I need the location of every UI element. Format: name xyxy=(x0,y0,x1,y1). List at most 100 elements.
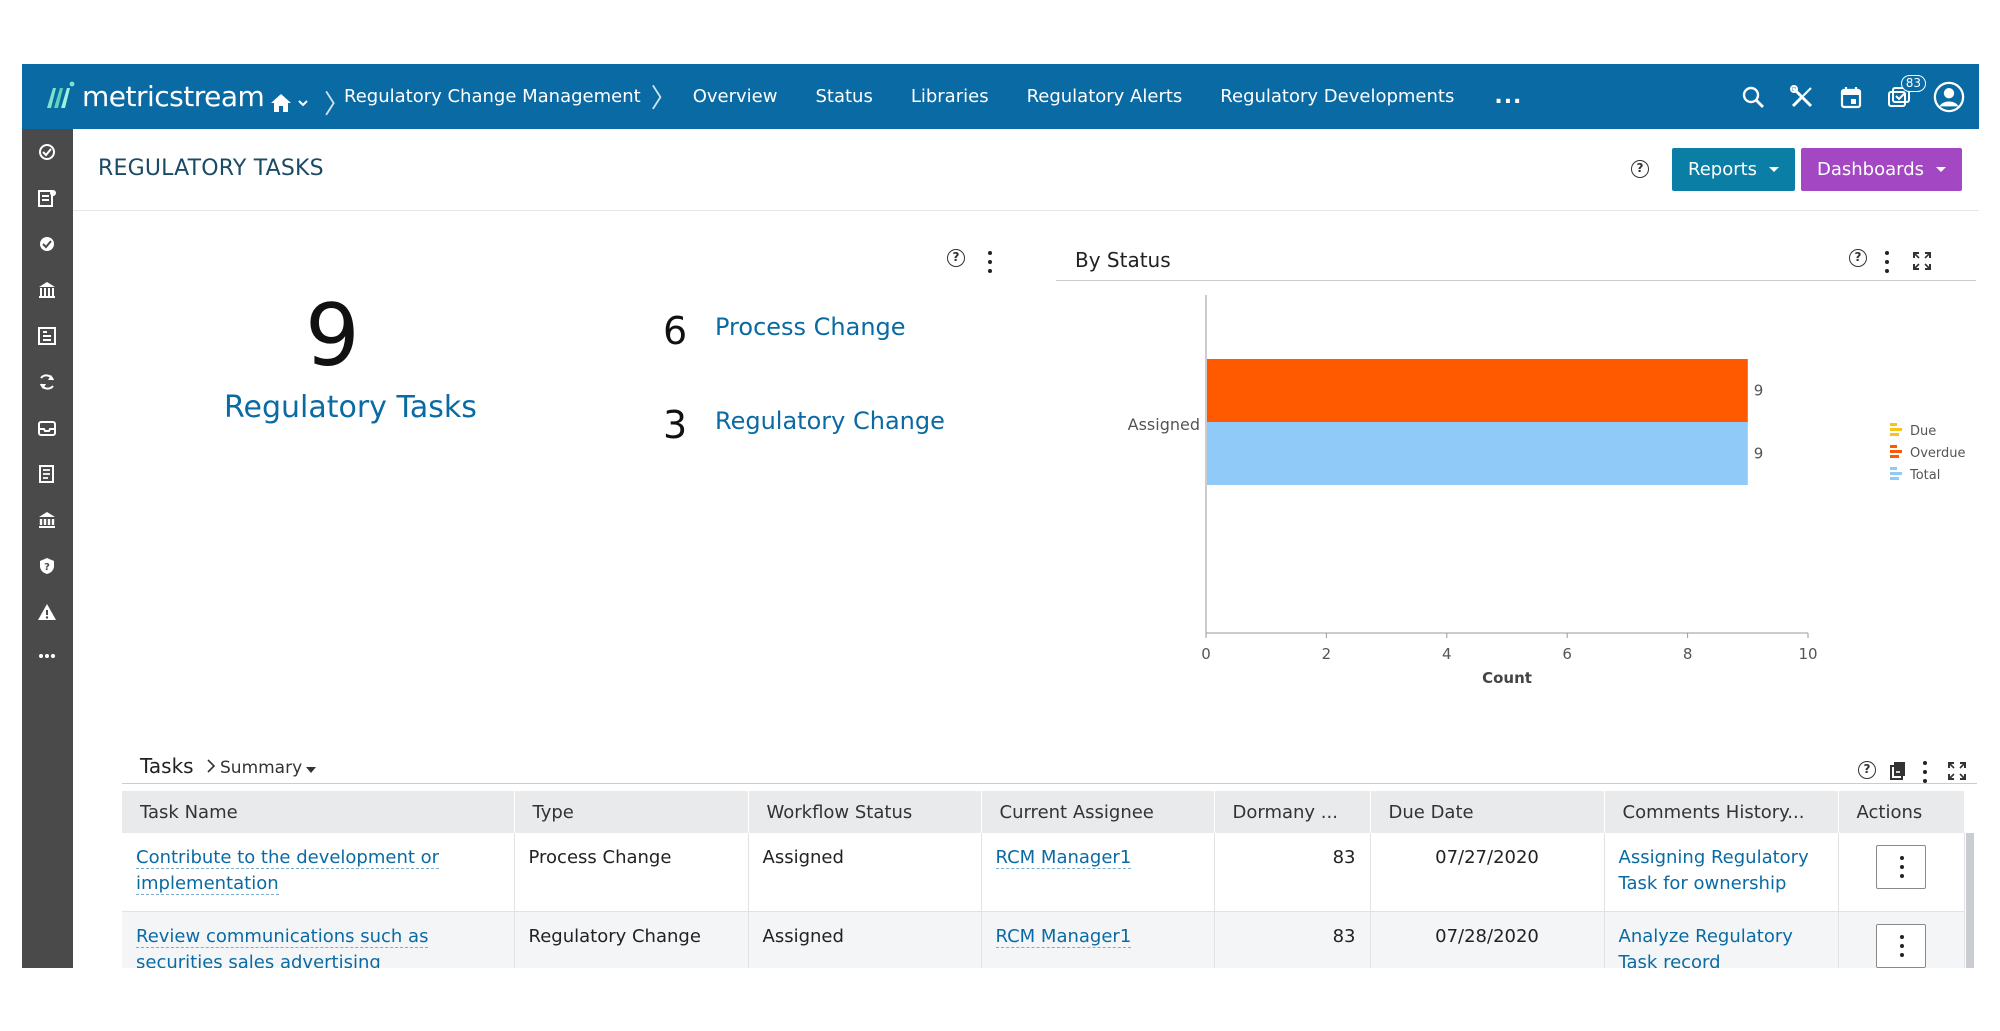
legend-swatch-due xyxy=(1890,433,1899,436)
refresh-cycle-icon[interactable] xyxy=(34,369,60,395)
user-avatar-icon[interactable] xyxy=(1933,81,1965,113)
expand-icon[interactable] xyxy=(1947,761,1967,785)
column-header-workflow-status[interactable]: Workflow Status xyxy=(748,791,982,833)
notifications-icon[interactable]: 83 xyxy=(1884,74,1926,113)
column-header-actions: Actions xyxy=(1838,791,1965,833)
settings-check-icon[interactable] xyxy=(34,231,60,257)
comments-cell: Assigning Regulatory Task for ownership xyxy=(1604,833,1839,912)
tab-overview[interactable]: Overview xyxy=(693,86,778,107)
assignee-cell: RCM Manager1 xyxy=(981,911,1215,968)
widget-help-icon[interactable]: ? xyxy=(947,249,965,267)
tasks-help-icon[interactable]: ? xyxy=(1858,761,1876,779)
x-tick-label: 4 xyxy=(1442,645,1452,663)
chart-title: By Status xyxy=(1075,248,1171,272)
table-scrollbar[interactable] xyxy=(1966,833,1974,968)
policy-icon[interactable] xyxy=(34,185,60,211)
task-name-cell: Review communications such as securities… xyxy=(122,911,515,968)
library-icon[interactable] xyxy=(34,323,60,349)
assignee-cell: RCM Manager1 xyxy=(981,833,1215,912)
column-header-comments-history[interactable]: Comments History... xyxy=(1604,791,1839,833)
home-icon xyxy=(271,93,291,112)
tools-icon[interactable] xyxy=(1786,81,1818,113)
assignee-link[interactable]: RCM Manager1 xyxy=(995,925,1132,948)
search-icon[interactable] xyxy=(1737,81,1769,113)
assessment-icon[interactable] xyxy=(34,139,60,165)
total-tasks-count: 9 xyxy=(305,286,360,386)
risk-icon[interactable]: ? xyxy=(34,553,60,579)
total-tasks-label[interactable]: Regulatory Tasks xyxy=(224,390,477,425)
tab-regulatory-developments[interactable]: Regulatory Developments xyxy=(1220,86,1454,107)
notification-count-badge: 83 xyxy=(1900,74,1926,92)
legend-swatch-overdue xyxy=(1890,455,1899,458)
widget-menu-icon[interactable] xyxy=(987,251,993,273)
legend-label: Total xyxy=(1909,468,1940,483)
tasks-table: Task Name Type Workflow Status Current A… xyxy=(122,791,1965,968)
legend-label: Overdue xyxy=(1910,446,1966,461)
more-icon[interactable] xyxy=(34,643,60,669)
row-actions-button[interactable] xyxy=(1876,923,1926,968)
column-header-dormancy[interactable]: Dormany ... xyxy=(1214,791,1371,833)
chart-help-icon[interactable]: ? xyxy=(1849,249,1867,267)
calendar-icon[interactable] xyxy=(1835,81,1867,113)
comments-history-link[interactable]: Assigning Regulatory Task for ownership xyxy=(1619,847,1809,894)
top-navigation-bar: metricstream 〉 Regulatory Change Managem… xyxy=(22,64,1979,129)
kebab-icon xyxy=(1899,856,1905,878)
nav-more-button[interactable]: ... xyxy=(1494,84,1522,109)
tab-libraries[interactable]: Libraries xyxy=(911,86,989,107)
tab-status[interactable]: Status xyxy=(815,86,872,107)
export-icon[interactable] xyxy=(1889,760,1909,784)
dashboards-button-label: Dashboards xyxy=(1817,159,1925,180)
view-selector[interactable]: Summary xyxy=(206,758,317,778)
reports-button-label: Reports xyxy=(1688,159,1758,180)
dashboards-button[interactable]: Dashboards xyxy=(1801,148,1963,191)
table-header-row: Task Name Type Workflow Status Current A… xyxy=(122,791,1965,833)
category-link-regulatory-change[interactable]: Regulatory Change xyxy=(715,407,945,435)
data-label: 9 xyxy=(1754,382,1764,400)
warning-icon[interactable] xyxy=(34,599,60,625)
app-window: metricstream 〉 Regulatory Change Managem… xyxy=(22,64,1979,968)
chevron-down-icon xyxy=(1769,167,1780,172)
help-icon[interactable]: ? xyxy=(1631,160,1649,178)
document-list-icon[interactable] xyxy=(34,461,60,487)
logo-text: metricstream xyxy=(82,79,265,113)
expand-icon[interactable] xyxy=(1912,251,1932,275)
task-name-link[interactable]: Contribute to the development or impleme… xyxy=(136,847,440,895)
legend-swatch-due xyxy=(1890,428,1902,431)
status-bar-chart: 0 2 4 6 8 10 Count Assigned 9 9 Due Overdue Total xyxy=(1128,295,1966,687)
comments-history-link[interactable]: Analyze Regulatory Task record xyxy=(1619,926,1793,969)
workflow-status-cell: Assigned xyxy=(748,833,982,912)
tab-regulatory-alerts[interactable]: Regulatory Alerts xyxy=(1027,86,1183,107)
kebab-icon xyxy=(1899,934,1905,957)
category-count: 3 xyxy=(663,403,688,447)
svg-text:?: ? xyxy=(44,562,50,573)
due-date-cell: 07/27/2020 xyxy=(1370,833,1605,912)
legend-swatch-overdue xyxy=(1890,450,1902,453)
category-link-process-change[interactable]: Process Change xyxy=(715,313,906,341)
assignee-link[interactable]: RCM Manager1 xyxy=(995,847,1132,869)
column-header-current-assignee[interactable]: Current Assignee xyxy=(981,791,1215,833)
x-tick-label: 8 xyxy=(1683,645,1693,663)
table-row: Contribute to the development or impleme… xyxy=(122,833,1965,912)
dormancy-cell: 83 xyxy=(1214,833,1371,912)
chevron-right-icon xyxy=(206,758,216,778)
column-header-task-name[interactable]: Task Name xyxy=(122,791,515,833)
tasks-menu-icon[interactable] xyxy=(1922,761,1928,783)
metricstream-logo[interactable]: metricstream xyxy=(44,78,265,114)
column-header-type[interactable]: Type xyxy=(514,791,749,833)
bar-total xyxy=(1207,422,1748,485)
task-name-link[interactable]: Review communications such as securities… xyxy=(136,925,429,968)
legend-swatch-total xyxy=(1890,472,1902,475)
bank-icon[interactable] xyxy=(34,507,60,533)
reports-button[interactable]: Reports xyxy=(1672,148,1796,191)
top-utility-icons: 83 xyxy=(1737,64,1979,129)
x-tick-label: 2 xyxy=(1322,645,1332,663)
legend-swatch-total xyxy=(1890,477,1899,480)
chart-menu-icon[interactable] xyxy=(1884,251,1890,273)
inbox-icon[interactable] xyxy=(34,415,60,441)
module-breadcrumb[interactable]: Regulatory Change Management xyxy=(344,86,641,107)
chevron-down-icon xyxy=(298,99,308,106)
row-actions-button[interactable] xyxy=(1876,845,1926,889)
regulator-icon[interactable] xyxy=(34,277,60,303)
left-rail: ? xyxy=(22,129,73,968)
column-header-due-date[interactable]: Due Date xyxy=(1370,791,1605,833)
